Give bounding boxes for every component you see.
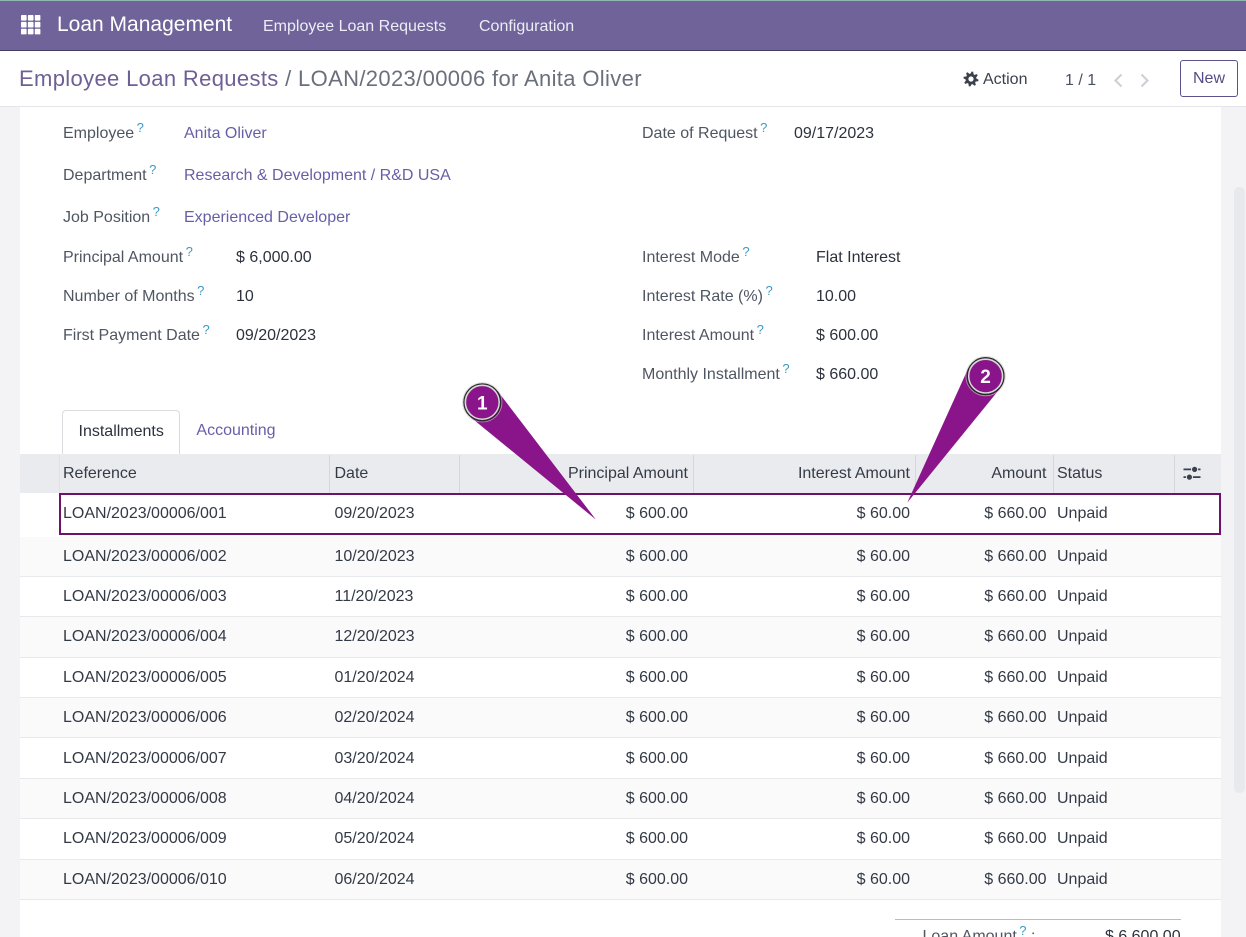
svg-text:2: 2 (980, 367, 991, 388)
svg-text:1: 1 (477, 393, 488, 414)
